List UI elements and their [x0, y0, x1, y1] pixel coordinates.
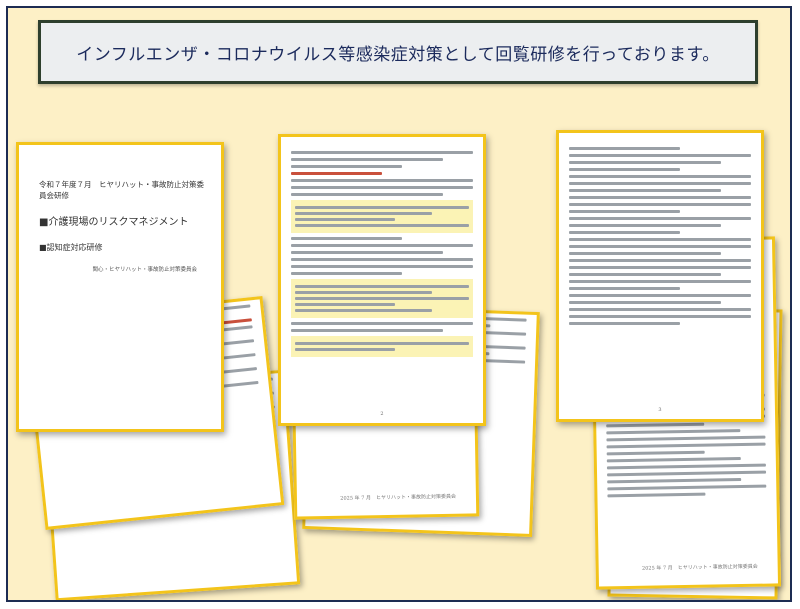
- right-page-footer: 2025 年 7 月 ヒヤリハット・事故防止対策委員会: [641, 563, 758, 572]
- cover-content: 令和７年度７月 ヒヤリハット・事故防止対策委員会研修 ■介護現場のリスクマネジメ…: [19, 145, 221, 273]
- cover-subtitle: ■認知症対応研修: [39, 243, 103, 252]
- bulletin-board: インフルエンザ・コロナウイルス等感染症対策として回覧研修を行っております。 令和…: [6, 6, 792, 602]
- announcement-text: インフルエンザ・コロナウイルス等感染症対策として回覧研修を行っております。: [76, 44, 720, 65]
- center-page-footer: 2025 年 7 月 ヒヤリハット・事故防止対策委員会: [340, 493, 457, 502]
- cover-organization: 聞心・ヒヤリハット・事故防止対策委員会: [92, 267, 197, 273]
- document-page-center: 2: [278, 134, 486, 426]
- page-number: 3: [658, 407, 662, 413]
- document-cover-page: 令和７年度７月 ヒヤリハット・事故防止対策委員会研修 ■介護現場のリスクマネジメ…: [16, 142, 224, 432]
- page-number: 2: [380, 411, 384, 417]
- cover-header: 令和７年度７月 ヒヤリハット・事故防止対策委員会研修: [39, 180, 204, 200]
- announcement-banner: インフルエンザ・コロナウイルス等感染症対策として回覧研修を行っております。: [38, 20, 758, 84]
- document-page-right: 3: [556, 130, 764, 422]
- cover-title: ■介護現場のリスクマネジメント: [39, 217, 189, 228]
